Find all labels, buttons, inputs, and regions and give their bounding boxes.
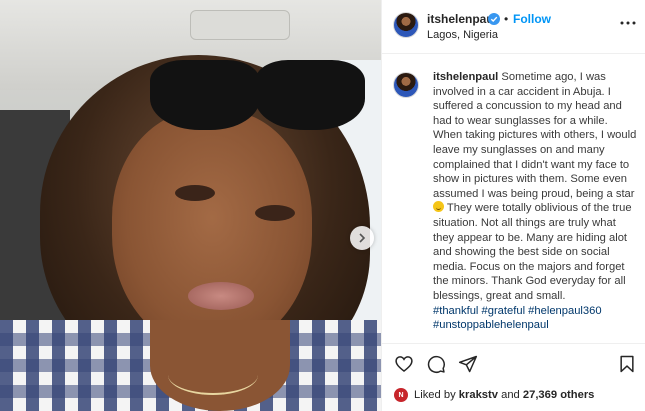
carousel-next-button[interactable] <box>350 226 374 250</box>
bookmark-icon[interactable] <box>617 354 637 374</box>
sunglasses-lens-right <box>255 60 365 130</box>
action-bar <box>382 344 645 380</box>
likes-count[interactable]: 27,369 others <box>523 389 595 401</box>
hashtag-link[interactable]: #grateful <box>482 305 526 317</box>
caption-body-2: They were totally oblivious of the true … <box>433 202 632 302</box>
verified-badge-icon <box>488 13 500 25</box>
author-avatar[interactable] <box>393 12 419 38</box>
sunglasses <box>150 50 365 130</box>
chevron-right-icon <box>359 233 366 243</box>
liker-username[interactable]: krakstv <box>459 389 498 401</box>
post-location[interactable]: Lagos, Nigeria <box>427 29 498 41</box>
post-photo[interactable] <box>0 0 381 411</box>
caption-username[interactable]: itshelenpaul <box>433 71 498 83</box>
liker-avatar: N <box>394 388 408 402</box>
caption-text: itshelenpaul Sometime ago, I was involve… <box>433 70 639 333</box>
face <box>112 110 312 350</box>
sunglasses-lens-left <box>150 60 260 130</box>
more-options-icon[interactable] <box>619 16 637 30</box>
caption-body-1: Sometime ago, I was involved in a car ac… <box>433 71 637 200</box>
hashtag-link[interactable]: #unstoppablehelenpaul <box>433 319 549 331</box>
grinning-face-icon <box>433 201 444 213</box>
caption-avatar[interactable] <box>393 72 419 98</box>
likes-summary[interactable]: N Liked by krakstv and 27,369 others <box>394 386 594 404</box>
follow-button[interactable]: Follow <box>513 12 551 26</box>
author-username[interactable]: itshelenpaul <box>427 12 497 26</box>
post-sidebar: itshelenpaul • Follow Lagos, Nigeria its… <box>381 0 645 411</box>
necklace <box>168 355 258 395</box>
lips <box>188 282 254 310</box>
hashtag-link[interactable]: #thankful <box>433 305 478 317</box>
likes-and: and <box>497 389 523 401</box>
share-icon[interactable] <box>458 354 478 374</box>
left-eye <box>175 185 215 201</box>
likes-text: Liked by krakstv and 27,369 others <box>414 389 594 401</box>
post-header: itshelenpaul • Follow Lagos, Nigeria <box>382 0 645 54</box>
comment-icon[interactable] <box>426 354 446 374</box>
separator-dot: • <box>504 12 509 26</box>
right-eye <box>255 205 295 221</box>
caption-area: itshelenpaul Sometime ago, I was involve… <box>382 54 645 344</box>
likes-prefix: Liked by <box>414 389 459 401</box>
heart-icon[interactable] <box>394 354 414 374</box>
car-vent <box>190 10 290 40</box>
hashtag-link[interactable]: #helenpaul360 <box>528 305 601 317</box>
